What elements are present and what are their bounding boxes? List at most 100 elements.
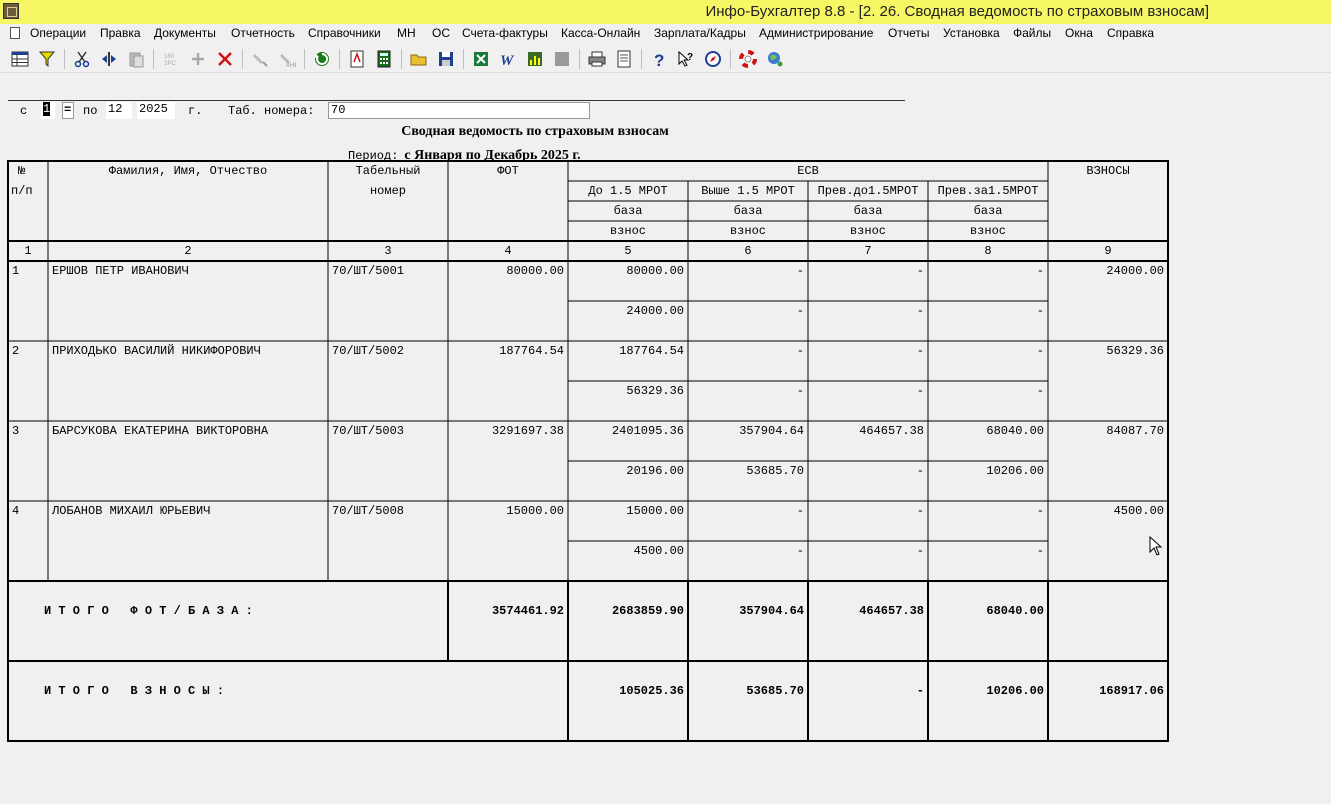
preview-icon[interactable] <box>613 48 635 70</box>
save-icon[interactable] <box>435 48 457 70</box>
toolbar: 180ЗРС AHB W ? ? <box>0 44 1331 73</box>
base-value: - <box>796 504 804 518</box>
context-help-icon[interactable]: ? <box>675 48 697 70</box>
base-value: - <box>916 504 924 518</box>
header-contribution: взнос <box>729 224 766 238</box>
to-month-field[interactable]: 12 <box>106 102 132 119</box>
menu-edit[interactable]: Правка <box>100 26 141 40</box>
contribution-value: - <box>796 384 804 398</box>
base-value: - <box>916 344 924 358</box>
contribution-value: - <box>1036 384 1044 398</box>
compass-icon[interactable] <box>702 48 724 70</box>
totals-base-value: 68040.00 <box>986 604 1044 618</box>
globe-icon[interactable] <box>764 48 786 70</box>
period-label: Период: <box>348 149 399 163</box>
menu-reports[interactable]: Отчеты <box>888 26 929 40</box>
menu-windows[interactable]: Окна <box>1065 26 1093 40</box>
menu-administration[interactable]: Администрирование <box>759 26 873 40</box>
fot-value: 15000.00 <box>506 504 564 518</box>
total-contribution: 56329.36 <box>1106 344 1164 358</box>
totals-contrib-value: - <box>916 684 924 698</box>
svg-text:AHB: AHB <box>286 63 296 68</box>
menu-cash-online[interactable]: Касса-Онлайн <box>561 26 640 40</box>
split-icon[interactable] <box>98 48 120 70</box>
word-icon[interactable]: W <box>497 48 519 70</box>
contribution-value: 20196.00 <box>626 464 684 478</box>
period-value: с Января по Декабрь 2025 г. <box>404 148 581 163</box>
menu-files[interactable]: Файлы <box>1013 26 1051 40</box>
app-icon[interactable] <box>3 3 19 19</box>
rotate-icon[interactable]: 180 ЗРС <box>160 48 182 70</box>
totals-contrib-value: 53685.70 <box>746 684 804 698</box>
base-value: 15000.00 <box>626 504 684 518</box>
document-menu-icon[interactable] <box>10 27 20 39</box>
contribution-value: - <box>1036 304 1044 318</box>
menu-settings[interactable]: Установка <box>943 26 1000 40</box>
menu-directories[interactable]: Справочники <box>308 26 381 40</box>
column-number-9: 9 <box>1104 244 1112 258</box>
excel-icon[interactable] <box>470 48 492 70</box>
menu-invoices[interactable]: Счета-фактуры <box>462 26 548 40</box>
marker2-icon[interactable]: AHB <box>276 48 298 70</box>
totals-base-value: 2683859.90 <box>611 604 684 618</box>
chart-icon[interactable] <box>524 48 546 70</box>
gray-icon[interactable] <box>551 48 573 70</box>
base-value: - <box>796 264 804 278</box>
employee-name: ПРИХОДЬКО ВАСИЛИЙ НИКИФОРОВИЧ <box>52 344 261 358</box>
base-value: - <box>1036 344 1044 358</box>
refresh-icon[interactable] <box>311 48 333 70</box>
from-label: с <box>20 104 28 118</box>
contribution-value: - <box>916 304 924 318</box>
totals-fot: 3574461.92 <box>491 604 564 618</box>
employee-name: БАРСУКОВА ЕКАТЕРИНА ВИКТОРОВНА <box>52 424 269 438</box>
menu-os[interactable]: ОС <box>432 26 450 40</box>
menu-reporting[interactable]: Отчетность <box>231 26 295 40</box>
base-value: 2401095.36 <box>611 424 684 438</box>
print-icon[interactable] <box>586 48 608 70</box>
delete-icon[interactable] <box>214 48 236 70</box>
year-field[interactable]: 2025 <box>137 102 175 119</box>
header-base: база <box>973 204 1003 218</box>
menu-mn[interactable]: МН <box>397 26 416 40</box>
table-icon[interactable] <box>9 48 31 70</box>
tab-numbers-field[interactable]: 70 <box>328 102 590 119</box>
column-number-6: 6 <box>744 244 752 258</box>
contribution-value: 56329.36 <box>626 384 684 398</box>
base-value: - <box>916 264 924 278</box>
base-value: 357904.64 <box>739 424 804 438</box>
menu-documents[interactable]: Документы <box>154 26 216 40</box>
lifebuoy-icon[interactable] <box>737 48 759 70</box>
column-number-1: 1 <box>24 244 32 258</box>
column-number-8: 8 <box>984 244 992 258</box>
column-number-2: 2 <box>184 244 192 258</box>
paste-icon[interactable] <box>125 48 147 70</box>
calculator-icon[interactable] <box>373 48 395 70</box>
contribution-value: - <box>916 544 924 558</box>
menu-help[interactable]: Справка <box>1107 26 1154 40</box>
marker-icon[interactable] <box>249 48 271 70</box>
parameters-underline <box>8 100 905 101</box>
pdf-icon[interactable] <box>346 48 368 70</box>
from-month-field[interactable]: 1 <box>41 102 55 119</box>
month-picker-button[interactable]: = <box>62 102 74 119</box>
to-label: по <box>83 104 98 118</box>
cut-icon[interactable] <box>71 48 93 70</box>
header-sub-up-to-1-5: До 1.5 МРОТ <box>588 184 668 198</box>
totals-base-value: 464657.38 <box>859 604 924 618</box>
filter-icon[interactable] <box>36 48 58 70</box>
menu-operations[interactable]: Операции <box>30 26 86 40</box>
add-icon[interactable] <box>187 48 209 70</box>
employee-name: ЛОБАНОВ МИХАИЛ ЮРЬЕВИЧ <box>52 504 211 518</box>
fot-value: 187764.54 <box>499 344 564 358</box>
svg-text:ЗРС: ЗРС <box>164 61 177 67</box>
open-folder-icon[interactable] <box>408 48 430 70</box>
header-fot: ФОТ <box>497 164 519 178</box>
help-icon[interactable]: ? <box>648 48 670 70</box>
menu-salary[interactable]: Зарплата/Кадры <box>654 26 746 40</box>
report-period: Период: с Января по Декабрь 2025 г. <box>348 146 581 164</box>
base-value: - <box>1036 264 1044 278</box>
total-contribution: 4500.00 <box>1113 504 1164 518</box>
totals-contrib-value: 105025.36 <box>619 684 684 698</box>
base-value: - <box>796 344 804 358</box>
svg-text:?: ? <box>687 52 693 63</box>
